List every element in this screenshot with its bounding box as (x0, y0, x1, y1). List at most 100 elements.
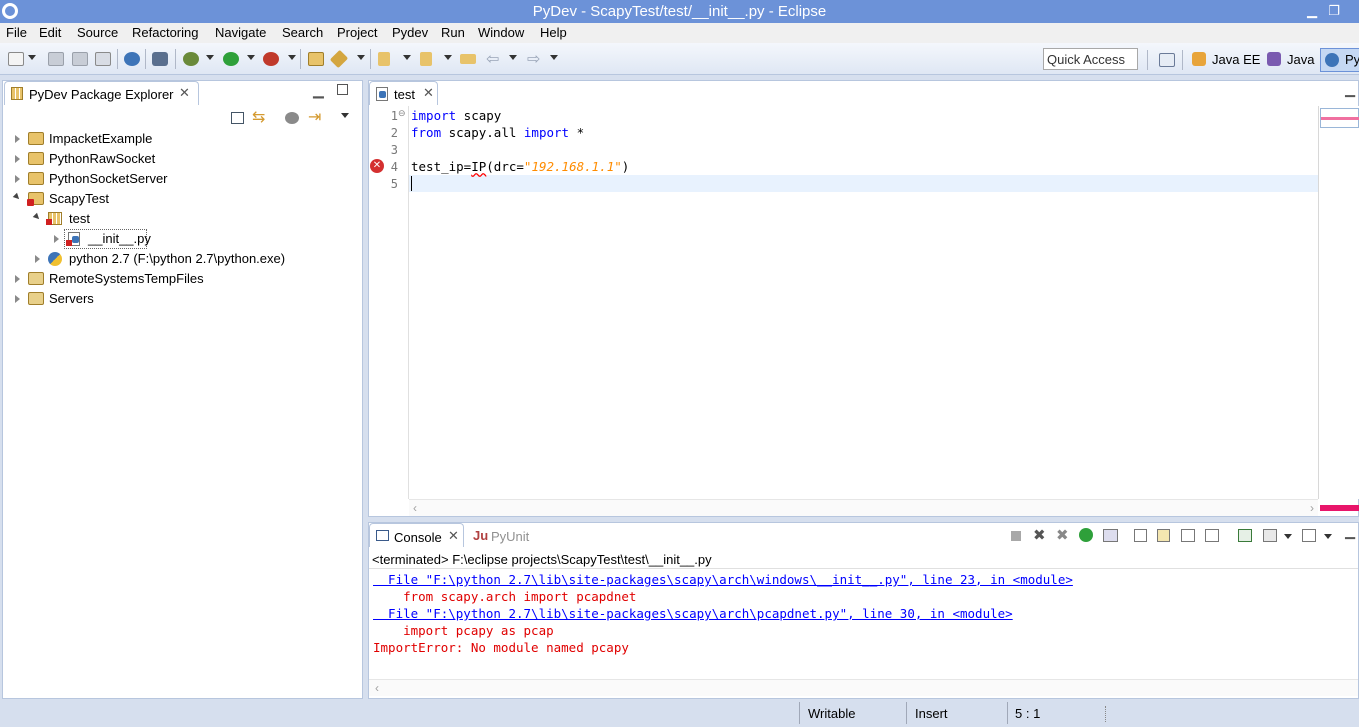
open-folder-icon[interactable] (308, 52, 324, 66)
minimize-button[interactable]: ▁ (1300, 1, 1324, 21)
remove-launch-icon[interactable]: ✖ (1033, 526, 1046, 544)
expand-icon[interactable] (15, 135, 20, 143)
tab-editor-test[interactable]: test ✕ (369, 81, 438, 105)
close-icon[interactable]: ✕ (448, 528, 459, 544)
run-icon[interactable] (223, 52, 239, 66)
expand-icon[interactable] (15, 155, 20, 163)
code-line-1[interactable]: import scapy (411, 108, 501, 123)
close-icon[interactable]: ✕ (179, 85, 190, 101)
menu-navigate[interactable]: Navigate (215, 25, 266, 40)
pin-console-icon[interactable] (1238, 529, 1252, 542)
expand-icon[interactable] (54, 235, 59, 243)
tab-package-explorer[interactable]: PyDev Package Explorer ✕ (4, 81, 199, 105)
last-edit-icon[interactable] (460, 54, 476, 64)
quick-access-input[interactable]: Quick Access (1043, 48, 1138, 70)
back-dropdown-icon[interactable] (509, 55, 517, 60)
terminate-icon[interactable] (1011, 531, 1021, 541)
debug-dropdown-icon[interactable] (206, 55, 214, 60)
menu-search[interactable]: Search (282, 25, 323, 40)
scroll-right-icon[interactable]: › (1310, 501, 1314, 515)
next-annotation-dropdown-icon[interactable] (403, 55, 411, 60)
editor-horizontal-scrollbar[interactable]: ‹ › (409, 499, 1318, 516)
external-tools-icon[interactable] (263, 52, 279, 66)
error-indicator[interactable] (1320, 505, 1359, 511)
overview-viewport[interactable] (1320, 108, 1359, 128)
tree-item-impacketexample[interactable]: ImpacketExample (49, 131, 152, 146)
menu-project[interactable]: Project (337, 25, 377, 40)
fold-icon[interactable]: ⊖ (398, 108, 406, 119)
display-console-icon[interactable] (1263, 529, 1277, 542)
code-line-4[interactable]: test_ip=IP(drc="192.168.1.1") (411, 159, 629, 174)
expand-icon[interactable] (35, 255, 40, 263)
relaunch-icon[interactable] (1079, 528, 1093, 542)
open-console-icon[interactable] (1302, 529, 1316, 542)
back-icon[interactable]: ⇦ (486, 49, 499, 69)
external-tools-dropdown-icon[interactable] (288, 55, 296, 60)
code-line-2[interactable]: from scapy.all import * (411, 125, 584, 140)
tree-item-python-interpreter[interactable]: python 2.7 (F:\python 2.7\python.exe) (69, 251, 285, 266)
scroll-lock-icon[interactable] (1134, 529, 1147, 542)
maximize-view-icon[interactable] (337, 84, 348, 95)
filters-icon[interactable] (285, 112, 299, 124)
word-wrap-icon[interactable] (1157, 529, 1170, 542)
save-all-icon[interactable] (72, 52, 88, 66)
forward-dropdown-icon[interactable] (550, 55, 558, 60)
minimize-editor-icon[interactable]: ▁ (1345, 82, 1355, 98)
expand-icon[interactable] (15, 275, 20, 283)
view-menu-icon[interactable] (341, 113, 349, 118)
new-dropdown-icon[interactable] (28, 55, 36, 60)
console-horizontal-scrollbar[interactable]: ‹ (369, 679, 1358, 696)
annotation-dropdown-icon[interactable] (357, 55, 365, 60)
open-perspective-icon[interactable] (1159, 53, 1175, 67)
tree-item-pythonsocketserver[interactable]: PythonSocketServer (49, 171, 168, 186)
menu-refactoring[interactable]: Refactoring (132, 25, 198, 40)
new-icon[interactable] (8, 52, 24, 66)
menu-help[interactable]: Help (540, 25, 567, 40)
run-dropdown-icon[interactable] (247, 55, 255, 60)
scroll-left-icon[interactable]: ‹ (375, 681, 379, 695)
save-icon[interactable] (48, 52, 64, 66)
perspective-java-ee[interactable]: Java EE (1212, 52, 1260, 67)
menu-run[interactable]: Run (441, 25, 465, 40)
expand-icon[interactable] (15, 295, 20, 303)
prev-annotation-icon[interactable] (420, 52, 432, 66)
forward-icon[interactable]: ⇨ (527, 49, 540, 69)
open-project-icon[interactable] (152, 52, 168, 66)
tree-item-test-package[interactable]: test (69, 211, 90, 226)
expand-icon[interactable] (15, 175, 20, 183)
show-on-error-icon[interactable] (1205, 529, 1219, 542)
menu-source[interactable]: Source (77, 25, 118, 40)
collapse-all-icon[interactable] (231, 112, 244, 124)
debug-icon[interactable] (183, 52, 199, 66)
print-icon[interactable] (95, 52, 111, 66)
menu-pydev[interactable]: Pydev (392, 25, 428, 40)
menu-file[interactable]: File (6, 25, 27, 40)
perspective-pydev-tab[interactable]: Py (1320, 48, 1359, 72)
tab-console[interactable]: Console ✕ (369, 523, 464, 547)
menu-edit[interactable]: Edit (39, 25, 61, 40)
tree-item-scapytest[interactable]: ScapyTest (49, 191, 109, 206)
close-icon[interactable]: ✕ (423, 85, 434, 101)
next-annotation-icon[interactable] (378, 52, 390, 66)
prev-annotation-dropdown-icon[interactable] (444, 55, 452, 60)
tree-item-servers[interactable]: Servers (49, 291, 94, 306)
pencil-icon[interactable] (329, 49, 349, 69)
menu-window[interactable]: Window (478, 25, 524, 40)
tree-item-pythonrawsocket[interactable]: PythonRawSocket (49, 151, 155, 166)
show-on-output-icon[interactable] (1181, 529, 1195, 542)
console-traceback-link[interactable]: File "F:\python 2.7\lib\site-packages\sc… (373, 572, 1073, 587)
open-console-dropdown-icon[interactable] (1324, 534, 1332, 539)
display-console-dropdown-icon[interactable] (1284, 534, 1292, 539)
minimize-view-icon[interactable]: ▁ (313, 82, 324, 99)
restore-button[interactable]: ❐ (1322, 1, 1346, 21)
python-icon[interactable] (124, 52, 140, 66)
remove-all-icon[interactable]: ✖ (1056, 526, 1069, 544)
tree-item-remotesystemstempfiles[interactable]: RemoteSystemsTempFiles (49, 271, 204, 286)
perspective-java[interactable]: Java (1287, 52, 1314, 67)
minimize-console-icon[interactable]: ▁ (1345, 524, 1355, 540)
tree-item-init-py[interactable]: __init__.py (88, 231, 151, 246)
sync-icon[interactable]: ⇥ (308, 107, 321, 127)
link-with-editor-icon[interactable]: ⇆ (252, 107, 265, 127)
console-traceback-link[interactable]: File "F:\python 2.7\lib\site-packages\sc… (373, 606, 1013, 621)
scroll-left-icon[interactable]: ‹ (413, 501, 417, 515)
